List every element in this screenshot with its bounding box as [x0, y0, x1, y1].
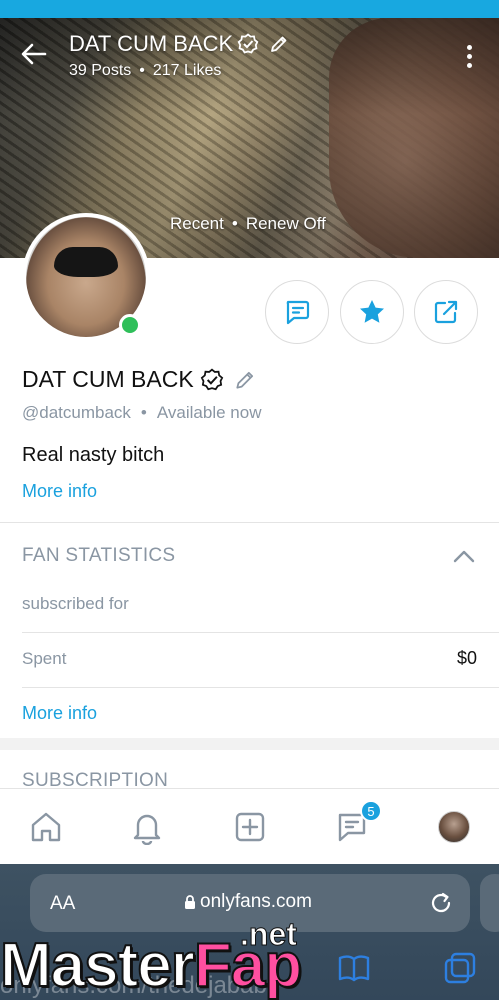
verified-icon — [200, 368, 223, 390]
edit-pencil-icon[interactable] — [234, 369, 256, 391]
profile-handle: @datcumback — [22, 403, 131, 422]
bottom-nav — [0, 788, 499, 864]
text-size-button[interactable]: AA — [50, 893, 75, 915]
edit-pencil-icon[interactable] — [269, 34, 289, 54]
nav-notifications[interactable] — [127, 807, 167, 847]
bell-icon — [133, 814, 161, 845]
messages-badge: 5 — [360, 800, 382, 822]
lock-icon — [185, 895, 195, 909]
handle-row: @datcumback • Available now — [22, 403, 261, 423]
message-icon — [286, 300, 310, 325]
stats-separator: • — [139, 62, 145, 79]
likes-count: 217 Likes — [152, 62, 222, 79]
add-post-icon — [235, 812, 265, 842]
dot-icon — [466, 44, 472, 50]
cover-title-text: DAT CUM BACK — [69, 31, 234, 56]
arrow-left-icon — [21, 43, 47, 65]
reload-icon[interactable] — [428, 890, 454, 916]
divider — [0, 522, 499, 523]
divider — [22, 632, 499, 633]
url-text: onlyfans.com — [200, 891, 312, 912]
dot-icon — [466, 53, 472, 59]
cover-stats: 39 Posts • 217 Likes — [69, 62, 221, 80]
profile-more-info-link[interactable]: More info — [22, 481, 97, 502]
back-button[interactable] — [18, 38, 50, 70]
subscribed-for-label: subscribed for — [22, 594, 129, 613]
verified-icon — [237, 33, 259, 54]
message-button[interactable] — [265, 280, 329, 344]
nav-add-post[interactable] — [230, 807, 270, 847]
spent-label: Spent — [22, 649, 67, 668]
profile-bio: Real nasty bitch — [22, 444, 165, 466]
profile-avatar-small — [438, 811, 470, 843]
cover-title: DAT CUM BACK — [69, 31, 289, 57]
next-tab-preview[interactable] — [480, 874, 499, 932]
status-separator: • — [231, 214, 238, 233]
bookmarks-icon[interactable] — [336, 950, 372, 986]
star-icon — [360, 300, 384, 323]
tabs-icon[interactable] — [442, 950, 478, 986]
posts-count: 39 Posts — [69, 62, 132, 79]
watermark-suffix: .net — [240, 916, 298, 953]
subscription-status: Recent • Renew Off — [170, 214, 326, 234]
watermark-text-a: Master — [0, 930, 196, 1000]
chevron-up-icon[interactable] — [452, 548, 476, 564]
profile-name-row: DAT CUM BACK — [22, 366, 256, 393]
status-renew: Renew Off — [245, 214, 326, 233]
section-gap — [0, 738, 499, 750]
share-icon — [434, 300, 458, 324]
home-icon — [31, 812, 61, 842]
handle-separator: • — [140, 403, 147, 422]
profile-name: DAT CUM BACK — [22, 366, 194, 392]
availability-status: Available now — [156, 403, 262, 422]
online-indicator — [119, 314, 141, 336]
fan-statistics-title: FAN STATISTICS — [22, 545, 176, 566]
status-strip — [0, 0, 499, 18]
dot-icon — [466, 62, 472, 68]
more-options-button[interactable] — [459, 42, 479, 70]
url-display[interactable]: onlyfans.com — [184, 891, 312, 913]
divider — [22, 687, 499, 688]
favorite-button[interactable] — [340, 280, 404, 344]
spent-value: $0 — [456, 648, 477, 668]
fan-stats-more-info-link[interactable]: More info — [22, 703, 97, 724]
nav-home[interactable] — [26, 807, 66, 847]
share-button[interactable] — [414, 280, 478, 344]
nav-profile[interactable] — [434, 807, 474, 847]
status-recent: Recent — [170, 214, 224, 233]
